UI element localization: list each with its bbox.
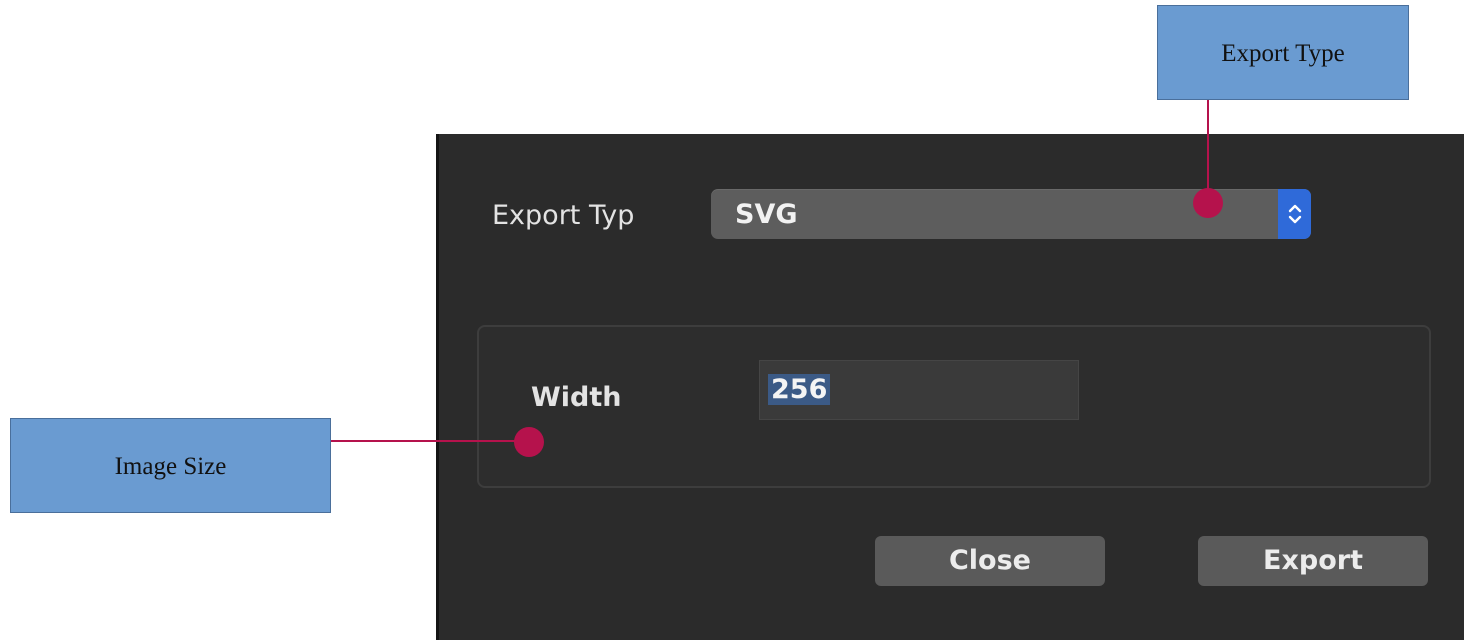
chevron-up-down-icon[interactable]	[1278, 189, 1311, 239]
export-button[interactable]: Export	[1198, 536, 1428, 586]
image-size-marker	[514, 427, 544, 457]
close-button[interactable]: Close	[875, 536, 1105, 586]
width-value: 256	[768, 374, 831, 405]
export-type-callout: Export Type	[1157, 5, 1409, 100]
export-type-label: Export Typ	[492, 200, 635, 231]
width-input[interactable]: 256	[759, 360, 1079, 420]
image-size-group: Width 256	[477, 325, 1431, 488]
image-size-callout: Image Size	[10, 418, 331, 513]
width-label: Width	[531, 382, 622, 413]
export-type-value: SVG	[735, 199, 798, 230]
image-size-leader-line	[331, 440, 531, 442]
export-type-leader-line	[1207, 100, 1209, 202]
export-dialog: Export Typ SVG Width 256 Close Export	[436, 134, 1464, 640]
export-type-marker	[1193, 188, 1223, 218]
